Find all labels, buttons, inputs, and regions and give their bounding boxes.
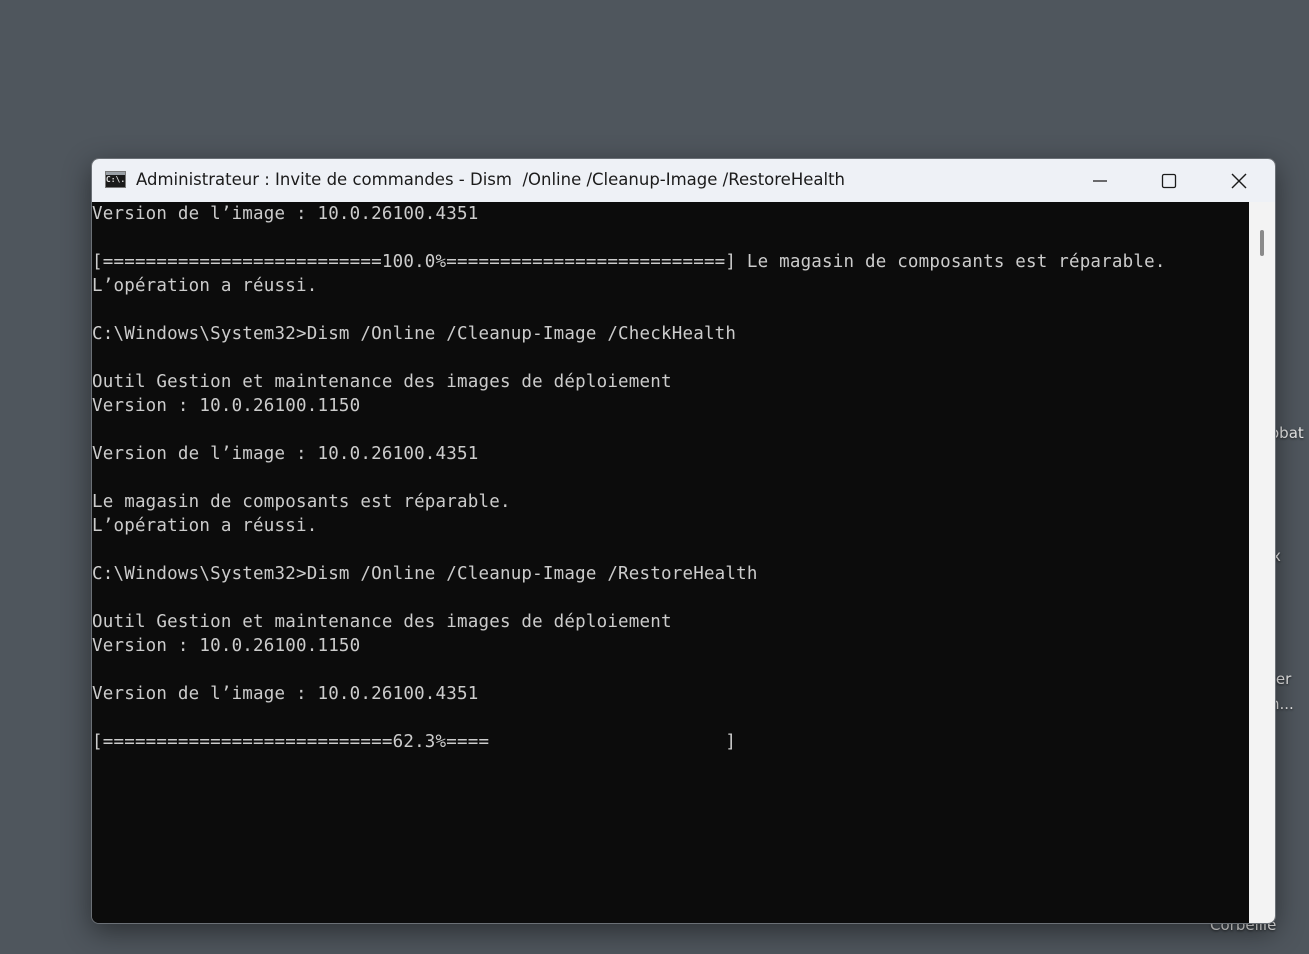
console-line: [===========================62.3%==== ] bbox=[92, 732, 737, 752]
close-button[interactable] bbox=[1205, 159, 1273, 202]
scrollbar-thumb[interactable] bbox=[1260, 230, 1264, 256]
console-output[interactable]: Version de l’image : 10.0.26100.4351 [===… bbox=[92, 202, 1249, 923]
console-line: [==========================100.0%=======… bbox=[92, 252, 1166, 272]
console-line: Version : 10.0.26100.1150 bbox=[92, 396, 361, 416]
window-title: Administrateur : Invite de commandes - D… bbox=[136, 170, 846, 189]
console-line: Outil Gestion et maintenance des images … bbox=[92, 372, 672, 392]
maximize-icon bbox=[1161, 173, 1177, 188]
console-line: L’opération a réussi. bbox=[92, 516, 318, 536]
console-line: C:\Windows\System32>Dism /Online /Cleanu… bbox=[92, 324, 737, 344]
console-line: Version : 10.0.26100.1150 bbox=[92, 636, 361, 656]
minimize-icon bbox=[1093, 179, 1107, 182]
title-bar[interactable]: C:\. Administrateur : Invite de commande… bbox=[92, 159, 1275, 202]
console-line: L’opération a réussi. bbox=[92, 276, 318, 296]
console-line: Outil Gestion et maintenance des images … bbox=[92, 612, 672, 632]
console-line: Version de l’image : 10.0.26100.4351 bbox=[92, 204, 479, 224]
console-app-icon[interactable]: C:\. bbox=[105, 171, 126, 188]
vertical-scrollbar[interactable] bbox=[1249, 202, 1275, 923]
console-line: Version de l’image : 10.0.26100.4351 bbox=[92, 684, 479, 704]
minimize-button[interactable] bbox=[1066, 159, 1134, 202]
maximize-button[interactable] bbox=[1135, 159, 1203, 202]
console-app-icon-text: C:\. bbox=[105, 174, 126, 184]
console-line: C:\Windows\System32>Dism /Online /Cleanu… bbox=[92, 564, 758, 584]
command-prompt-window: C:\. Administrateur : Invite de commande… bbox=[91, 158, 1276, 924]
console-line: Version de l’image : 10.0.26100.4351 bbox=[92, 444, 479, 464]
console-line: Le magasin de composants est réparable. bbox=[92, 492, 511, 512]
close-icon bbox=[1231, 173, 1247, 188]
